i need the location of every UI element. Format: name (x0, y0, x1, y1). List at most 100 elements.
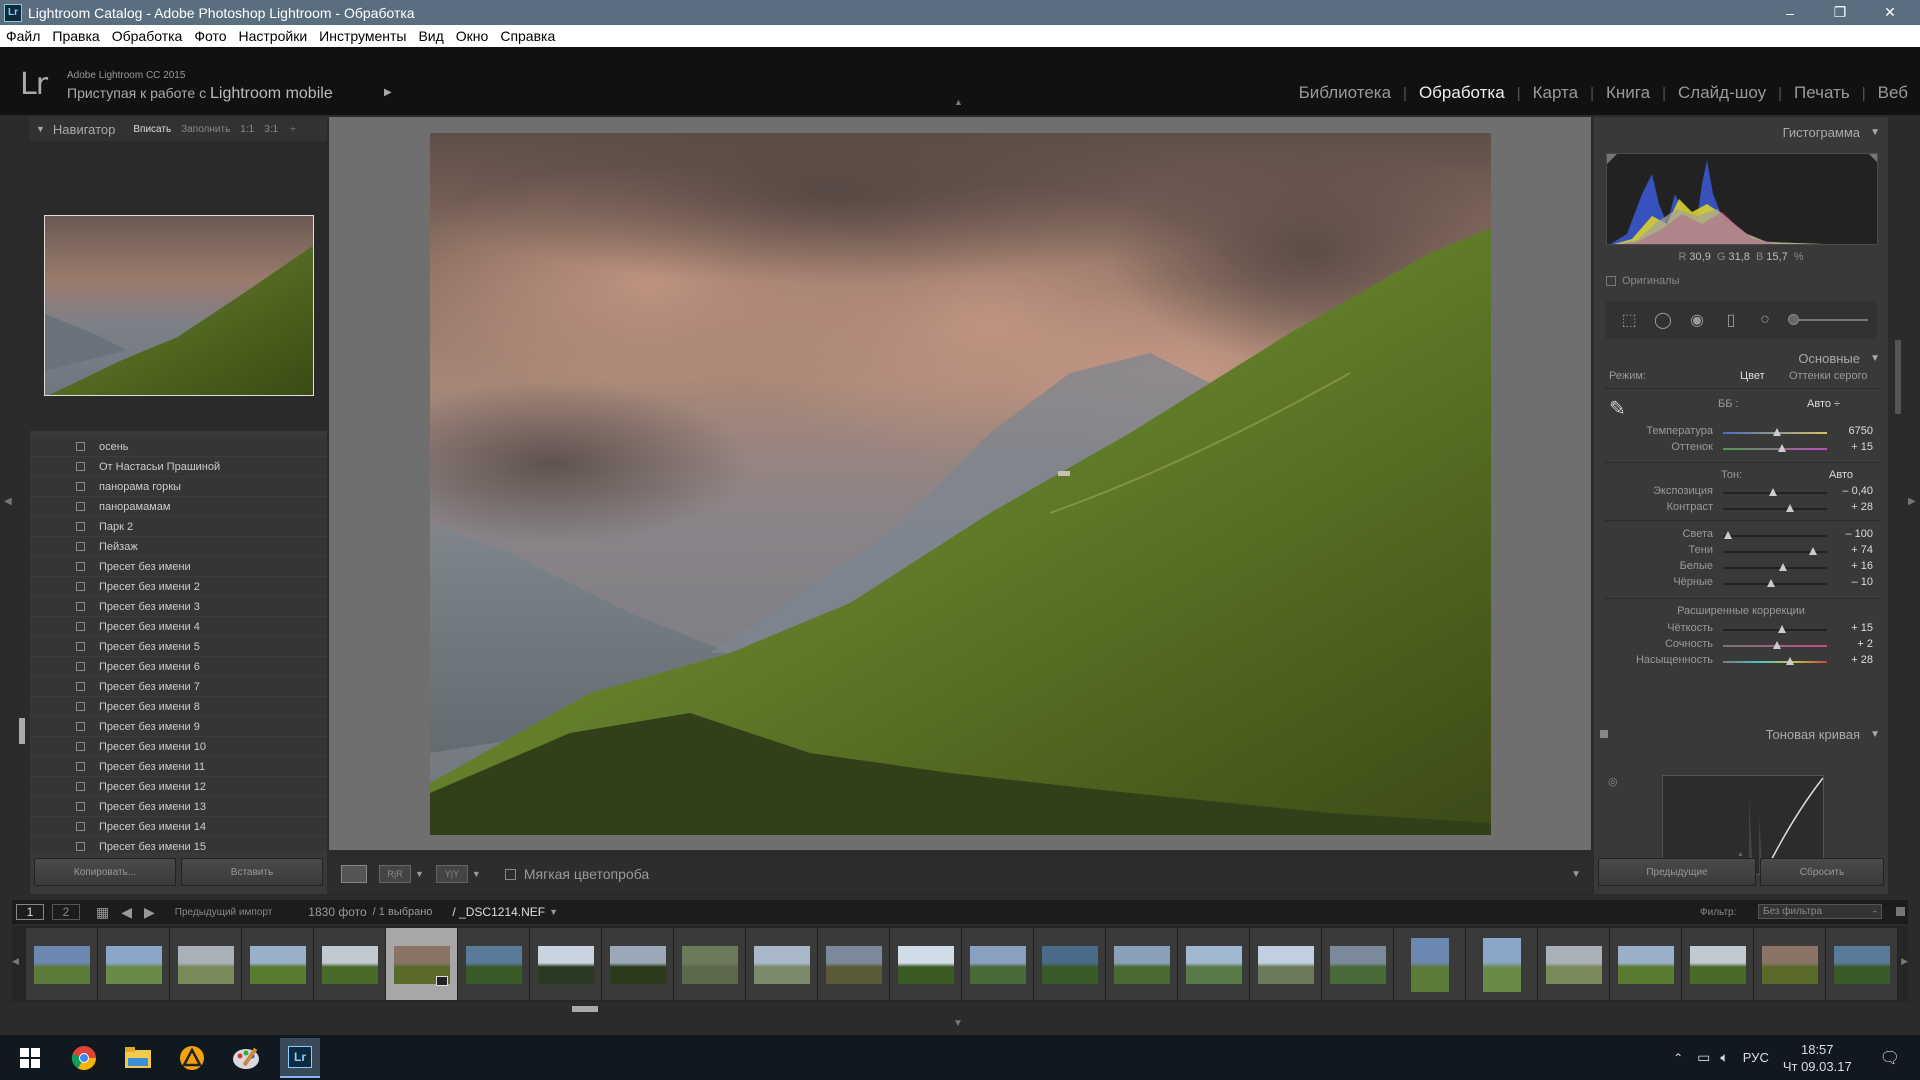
exposure-thumb[interactable] (1768, 488, 1777, 496)
toolbar-menu-icon[interactable]: ▼ (1571, 869, 1581, 880)
right-scrollbar[interactable] (1895, 340, 1901, 414)
histogram[interactable] (1606, 153, 1878, 245)
filmstrip-thumbnail[interactable] (1106, 928, 1178, 1000)
shadows-thumb[interactable] (1809, 547, 1818, 555)
preset-item[interactable]: панорама горкы (30, 477, 327, 497)
preset-item[interactable]: Пресет без имени 15 (30, 837, 327, 853)
filmstrip-thumbnail[interactable] (1466, 928, 1538, 1000)
contrast-slider[interactable] (1723, 504, 1827, 512)
filmstrip-thumbnail[interactable] (1538, 928, 1610, 1000)
filmstrip-thumbnail[interactable] (26, 928, 98, 1000)
play-arrow-icon[interactable]: ▶ (384, 87, 392, 98)
clarity-slider[interactable] (1723, 625, 1827, 633)
whites-slider[interactable] (1723, 563, 1827, 571)
clarity-value[interactable]: + 15 (1851, 622, 1873, 634)
back-arrow-icon[interactable]: ◀ (121, 904, 132, 921)
white-balance-eyedropper-icon[interactable]: ✎ (1609, 396, 1639, 426)
forward-arrow-icon[interactable]: ▶ (144, 904, 155, 921)
exposure-slider[interactable] (1723, 488, 1827, 496)
red-eye-icon[interactable]: ◉ (1686, 309, 1708, 331)
filmstrip-thumbnail[interactable] (170, 928, 242, 1000)
preset-item[interactable]: Пресет без имени 13 (30, 797, 327, 817)
zoom-3-1[interactable]: 3:1 (264, 124, 278, 135)
preset-item[interactable]: Пресет без имени 14 (30, 817, 327, 837)
filmstrip-thumbnail[interactable] (962, 928, 1034, 1000)
module-map[interactable]: Карта (1521, 83, 1591, 103)
filmstrip-thumbnail[interactable] (1394, 928, 1466, 1000)
navigator-thumbnail[interactable] (44, 215, 314, 396)
filmstrip-thumbnail[interactable] (1250, 928, 1322, 1000)
originals-toggle[interactable]: Оригиналы (1606, 275, 1680, 287)
radial-filter-icon[interactable]: ○ (1754, 309, 1776, 331)
preset-item[interactable]: Пресет без имени 2 (30, 577, 327, 597)
tint-value[interactable]: + 15 (1851, 441, 1873, 453)
filmstrip-thumbnail[interactable] (530, 928, 602, 1000)
filmstrip-thumbnail[interactable] (746, 928, 818, 1000)
originals-checkbox[interactable] (1606, 276, 1616, 286)
mobile-link[interactable]: Приступая к работе с Lightroom mobile (67, 85, 333, 103)
collapse-triangle-icon[interactable]: ▼ (1870, 353, 1880, 364)
histogram-header[interactable]: Гистограмма ▼ (1594, 117, 1888, 147)
filmstrip-thumbnail[interactable] (1682, 928, 1754, 1000)
blacks-thumb[interactable] (1766, 579, 1775, 587)
filmstrip-thumbnail[interactable] (818, 928, 890, 1000)
filmstrip-thumbnail[interactable] (602, 928, 674, 1000)
preset-item[interactable]: осень (30, 437, 327, 457)
module-develop[interactable]: Обработка (1407, 83, 1517, 103)
whites-thumb[interactable] (1779, 563, 1788, 571)
tint-thumb[interactable] (1778, 444, 1787, 452)
module-web[interactable]: Веб (1866, 83, 1908, 103)
saturation-value[interactable]: + 28 (1851, 654, 1873, 666)
filmstrip-thumbnail[interactable] (674, 928, 746, 1000)
menu-window[interactable]: Окно (450, 28, 495, 44)
navigator-preview[interactable] (30, 141, 327, 431)
filmstrip-thumbnail[interactable] (1610, 928, 1682, 1000)
shadows-slider[interactable] (1723, 547, 1827, 555)
preset-item[interactable]: Пресет без имени 7 (30, 677, 327, 697)
filter-lock-icon[interactable] (1896, 907, 1905, 916)
soft-proof-checkbox[interactable] (504, 868, 516, 880)
mode-grayscale-option[interactable]: Оттенки серого (1789, 370, 1867, 382)
language-indicator[interactable]: РУС (1743, 1050, 1769, 1065)
highlights-thumb[interactable] (1724, 531, 1733, 539)
menu-tools[interactable]: Инструменты (313, 28, 412, 44)
left-scrollbar[interactable] (19, 718, 25, 744)
targeted-adjustment-icon[interactable]: ◎ (1608, 775, 1618, 788)
clarity-thumb[interactable] (1778, 625, 1787, 633)
close-button[interactable]: ✕ (1865, 0, 1915, 25)
wb-dropdown[interactable]: Авто ÷ (1807, 398, 1840, 410)
filmstrip-right-arrow-icon[interactable]: ▶ (1901, 956, 1908, 967)
filmstrip-thumbnail[interactable] (98, 928, 170, 1000)
filmstrip-thumbnail[interactable] (1034, 928, 1106, 1000)
preset-item[interactable]: Пейзаж (30, 537, 327, 557)
blacks-slider[interactable] (1723, 579, 1827, 587)
collapse-top-icon[interactable]: ▲ (954, 97, 963, 107)
preset-item[interactable]: панорамамам (30, 497, 327, 517)
filename[interactable]: / _DSC1214.NEF (452, 905, 545, 919)
tint-slider[interactable] (1723, 444, 1827, 452)
panel-toggle-switch[interactable] (1600, 730, 1608, 738)
collapse-triangle-icon[interactable]: ▼ (1870, 729, 1880, 740)
preset-item[interactable]: Пресет без имени 11 (30, 757, 327, 777)
copy-button[interactable]: Копировать... (34, 858, 176, 886)
menu-file[interactable]: Файл (0, 28, 46, 44)
preset-item[interactable]: Пресет без имени 10 (30, 737, 327, 757)
volume-icon[interactable]: 🔈︎ (1720, 1049, 1728, 1066)
saturation-slider[interactable] (1723, 657, 1827, 665)
preset-item[interactable]: Пресет без имени 4 (30, 617, 327, 637)
vibrance-thumb[interactable] (1773, 641, 1782, 649)
temperature-slider[interactable] (1723, 428, 1827, 436)
before-after-dropdown-icon[interactable]: ▼ (415, 869, 424, 879)
filmstrip-thumbnail[interactable] (314, 928, 386, 1000)
zoom-1-1[interactable]: 1:1 (240, 124, 254, 135)
filmstrip-scroll-thumb[interactable] (572, 1006, 598, 1012)
menu-edit[interactable]: Правка (46, 28, 105, 44)
preset-item[interactable]: От Настасьи Прашиной (30, 457, 327, 477)
module-book[interactable]: Книга (1594, 83, 1662, 103)
filter-dropdown[interactable]: Без фильтра ÷ (1758, 904, 1882, 919)
filmstrip-thumbnail[interactable] (890, 928, 962, 1000)
highlights-slider[interactable] (1723, 531, 1827, 539)
module-library[interactable]: Библиотека (1287, 83, 1403, 103)
daemon-tools-icon[interactable] (172, 1038, 212, 1078)
preset-item[interactable]: Пресет без имени 5 (30, 637, 327, 657)
